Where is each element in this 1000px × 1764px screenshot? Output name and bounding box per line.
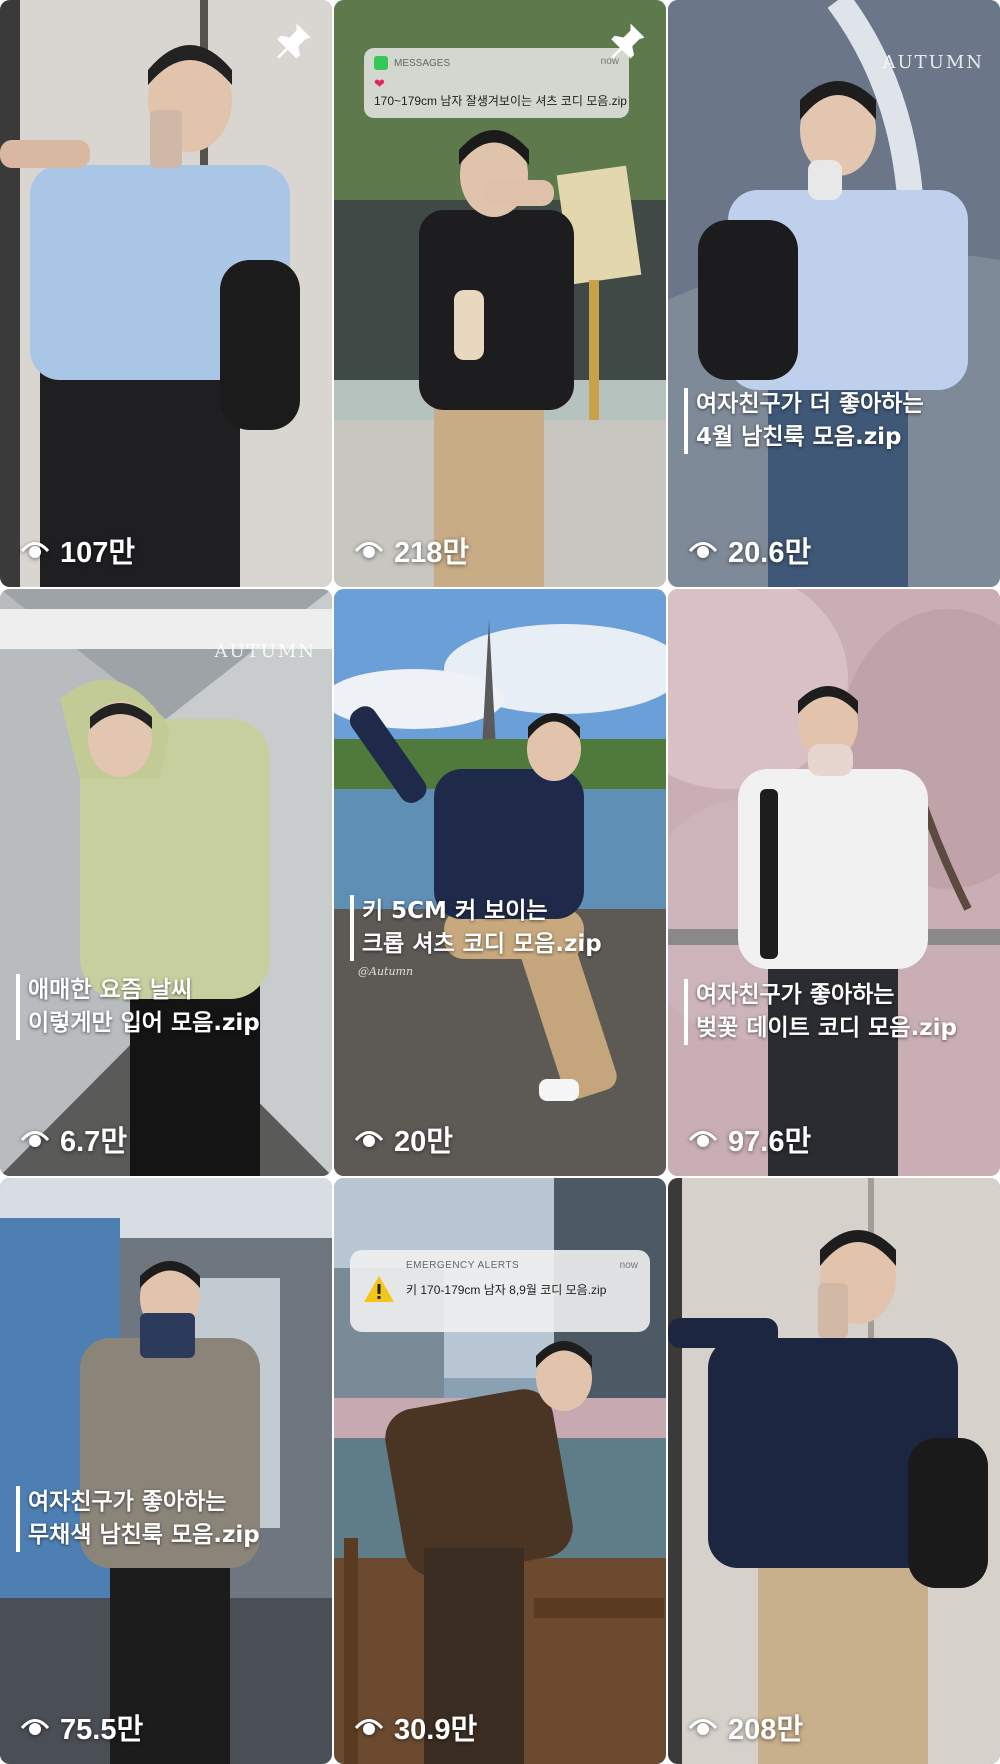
view-count-text: 97.6만 [728, 1126, 812, 1158]
eye-icon [354, 542, 384, 558]
view-count: 30.9만 [354, 1706, 477, 1748]
video-caption: 키 5CM 커 보이는 크롭 셔츠 코디 모음.zip [350, 895, 602, 961]
alert-time: now [619, 1260, 638, 1271]
eye-icon [688, 542, 718, 558]
alert-title: EMERGENCY ALERTS [406, 1260, 520, 1271]
caption-line: 벚꽃 데이트 코디 모음.zip [696, 1015, 957, 1041]
notification-app-name: MESSAGES [394, 57, 451, 69]
eye-icon [20, 1719, 50, 1735]
view-count: 6.7만 [20, 1118, 127, 1160]
caption-line: 여자친구가 좋아하는 [28, 1489, 227, 1515]
caption-line: 여자친구가 좋아하는 [696, 982, 895, 1008]
warning-triangle-icon [364, 1276, 394, 1302]
view-count-text: 208만 [728, 1714, 804, 1746]
signature-watermark: @Autumn [358, 965, 414, 978]
alert-text: 키 170-179cm 남자 8,9월 코디 모음.zip [406, 1283, 607, 1297]
view-count: 107만 [20, 529, 135, 571]
messages-notification: MESSAGES now ❤ 170~179cm 남자 잘생겨보이는 셔츠 코디… [364, 48, 629, 118]
caption-line: 키 5CM 커 보이는 [362, 898, 548, 924]
video-caption: 여자친구가 더 좋아하는 4월 남친룩 모음.zip [684, 388, 924, 454]
eye-icon [20, 542, 50, 558]
video-caption: 애매한 요즘 날씨 이렇게만 입어 모음.zip [16, 974, 260, 1040]
video-tile[interactable]: AUTUMN 애매한 요즘 날씨 이렇게만 입어 모음.zip 6.7만 [0, 589, 332, 1176]
video-thumbnail [668, 1178, 1000, 1764]
eye-icon [20, 1131, 50, 1147]
video-thumbnail [0, 0, 332, 587]
eye-icon [354, 1131, 384, 1147]
eye-icon [688, 1131, 718, 1147]
video-grid: 107만 MESSAGES now ❤ 170~179cm 남자 잘생겨보이는 … [0, 0, 1000, 1764]
caption-line: 여자친구가 더 좋아하는 [696, 391, 924, 417]
video-tile[interactable]: 여자친구가 좋아하는 벚꽃 데이트 코디 모음.zip 97.6만 [668, 589, 1000, 1176]
caption-line: 크롭 셔츠 코디 모음.zip [362, 931, 602, 957]
caption-line: 이렇게만 입어 모음.zip [28, 1010, 260, 1036]
video-thumbnail [334, 589, 666, 1176]
caption-line: 무채색 남친룩 모음.zip [28, 1522, 260, 1548]
view-count: 20.6만 [688, 529, 811, 571]
caption-line: 애매한 요즘 날씨 [28, 977, 193, 1003]
video-thumbnail [0, 589, 332, 1176]
view-count-text: 107만 [60, 537, 136, 569]
video-tile[interactable]: MESSAGES now ❤ 170~179cm 남자 잘생겨보이는 셔츠 코디… [334, 0, 666, 587]
video-caption: 여자친구가 좋아하는 무채색 남친룩 모음.zip [16, 1486, 260, 1552]
watermark: AUTUMN [214, 641, 316, 662]
view-count: 208만 [688, 1706, 803, 1748]
view-count: 97.6만 [688, 1118, 811, 1160]
caption-line: 4월 남친룩 모음.zip [696, 424, 902, 450]
pin-icon [277, 23, 311, 59]
video-tile[interactable]: 208만 [668, 1178, 1000, 1764]
watermark: AUTUMN [882, 52, 984, 73]
pin-icon [611, 23, 645, 59]
eye-icon [354, 1719, 384, 1735]
video-tile[interactable]: 107만 [0, 0, 332, 587]
heart-icon: ❤ [374, 76, 385, 91]
video-tile[interactable]: EMERGENCY ALERTS now 키 170-179cm 남자 8,9월… [334, 1178, 666, 1764]
video-caption: 여자친구가 좋아하는 벚꽃 데이트 코디 모음.zip [684, 979, 957, 1045]
view-count-text: 20.6만 [728, 537, 812, 569]
video-tile[interactable]: 여자친구가 좋아하는 무채색 남친룩 모음.zip 75.5만 [0, 1178, 332, 1764]
video-thumbnail [668, 0, 1000, 587]
video-tile[interactable]: AUTUMN 여자친구가 더 좋아하는 4월 남친룩 모음.zip 20.6만 [668, 0, 1000, 587]
video-thumbnail [0, 1178, 332, 1764]
messages-app-icon [374, 56, 388, 70]
view-count-text: 6.7만 [60, 1126, 127, 1158]
video-thumbnail [668, 589, 1000, 1176]
view-count: 20만 [354, 1118, 453, 1160]
view-count-text: 218만 [394, 537, 470, 569]
view-count: 75.5만 [20, 1706, 143, 1748]
eye-icon [688, 1719, 718, 1735]
notification-text: 170~179cm 남자 잘생겨보이는 셔츠 코디 모음.zip [374, 94, 627, 108]
view-count-text: 30.9만 [394, 1714, 478, 1746]
video-tile[interactable]: 키 5CM 커 보이는 크롭 셔츠 코디 모음.zip @Autumn 20만 [334, 589, 666, 1176]
view-count-text: 20만 [394, 1126, 453, 1158]
view-count-text: 75.5만 [60, 1714, 144, 1746]
view-count: 218만 [354, 529, 469, 571]
emergency-alert-notification: EMERGENCY ALERTS now 키 170-179cm 남자 8,9월… [350, 1250, 650, 1332]
